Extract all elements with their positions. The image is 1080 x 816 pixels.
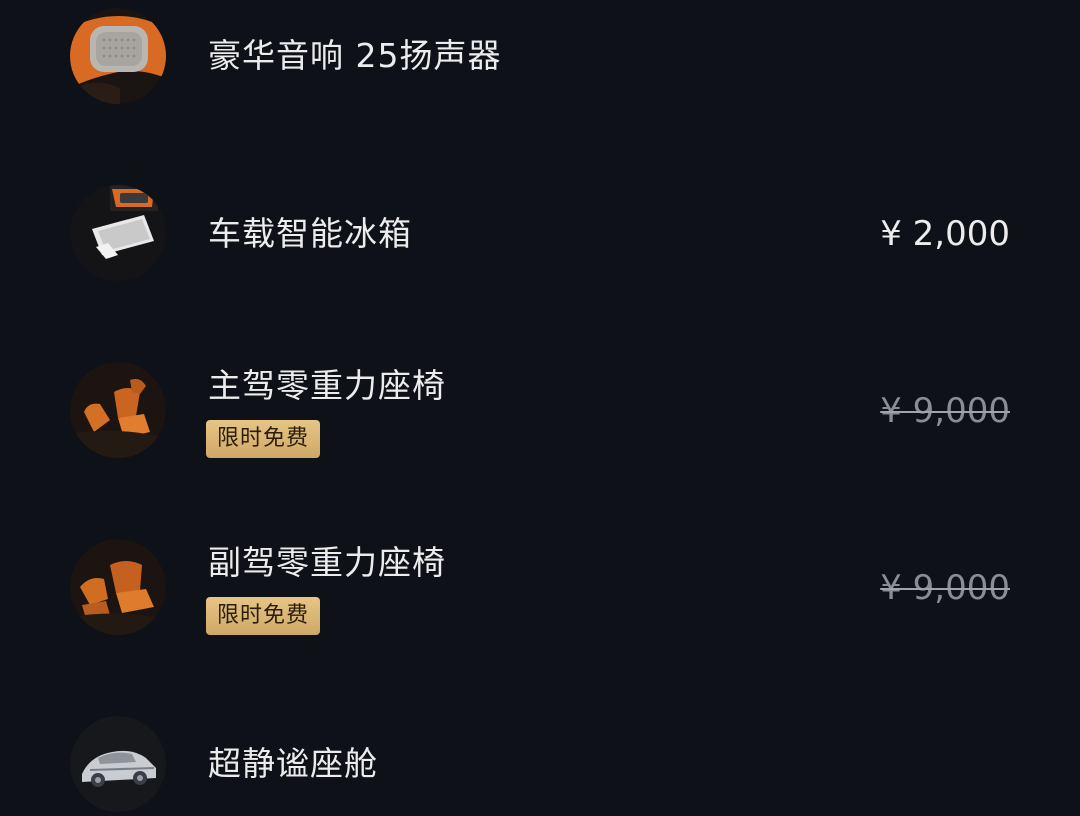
speaker-icon	[70, 8, 166, 104]
option-name: 副驾零重力座椅	[208, 543, 446, 582]
seat-icon	[70, 362, 166, 458]
fridge-icon	[70, 185, 166, 281]
option-name: 超静谧座舱	[208, 744, 378, 783]
option-row-fridge[interactable]: 车载智能冰箱 ¥ 2,000	[0, 185, 1080, 285]
option-row-quiet-cabin[interactable]: 超静谧座舱	[0, 716, 1080, 816]
price: ¥ 2,000	[880, 214, 1010, 254]
car-cabin-icon	[70, 716, 166, 812]
seat-icon	[70, 539, 166, 635]
promo-badge: 限时免费	[206, 420, 321, 458]
original-price: ¥ 9,000	[880, 391, 1010, 431]
original-price: ¥ 9,000	[880, 568, 1010, 608]
promo-badge: 限时免费	[206, 597, 321, 635]
option-row-audio[interactable]: 豪华音响 25扬声器	[0, 8, 1080, 108]
option-name: 车载智能冰箱	[208, 214, 412, 253]
option-row-passenger-seat[interactable]: 副驾零重力座椅 限时免费 ¥ 9,000	[0, 539, 1080, 639]
option-row-driver-seat[interactable]: 主驾零重力座椅 限时免费 ¥ 9,000	[0, 362, 1080, 462]
option-name: 主驾零重力座椅	[208, 366, 446, 405]
option-name: 豪华音响 25扬声器	[208, 36, 502, 75]
option-list: 豪华音响 25扬声器 车载智能冰箱 ¥ 2,000 主驾零重力座椅 限时免费 ¥…	[0, 0, 1080, 812]
